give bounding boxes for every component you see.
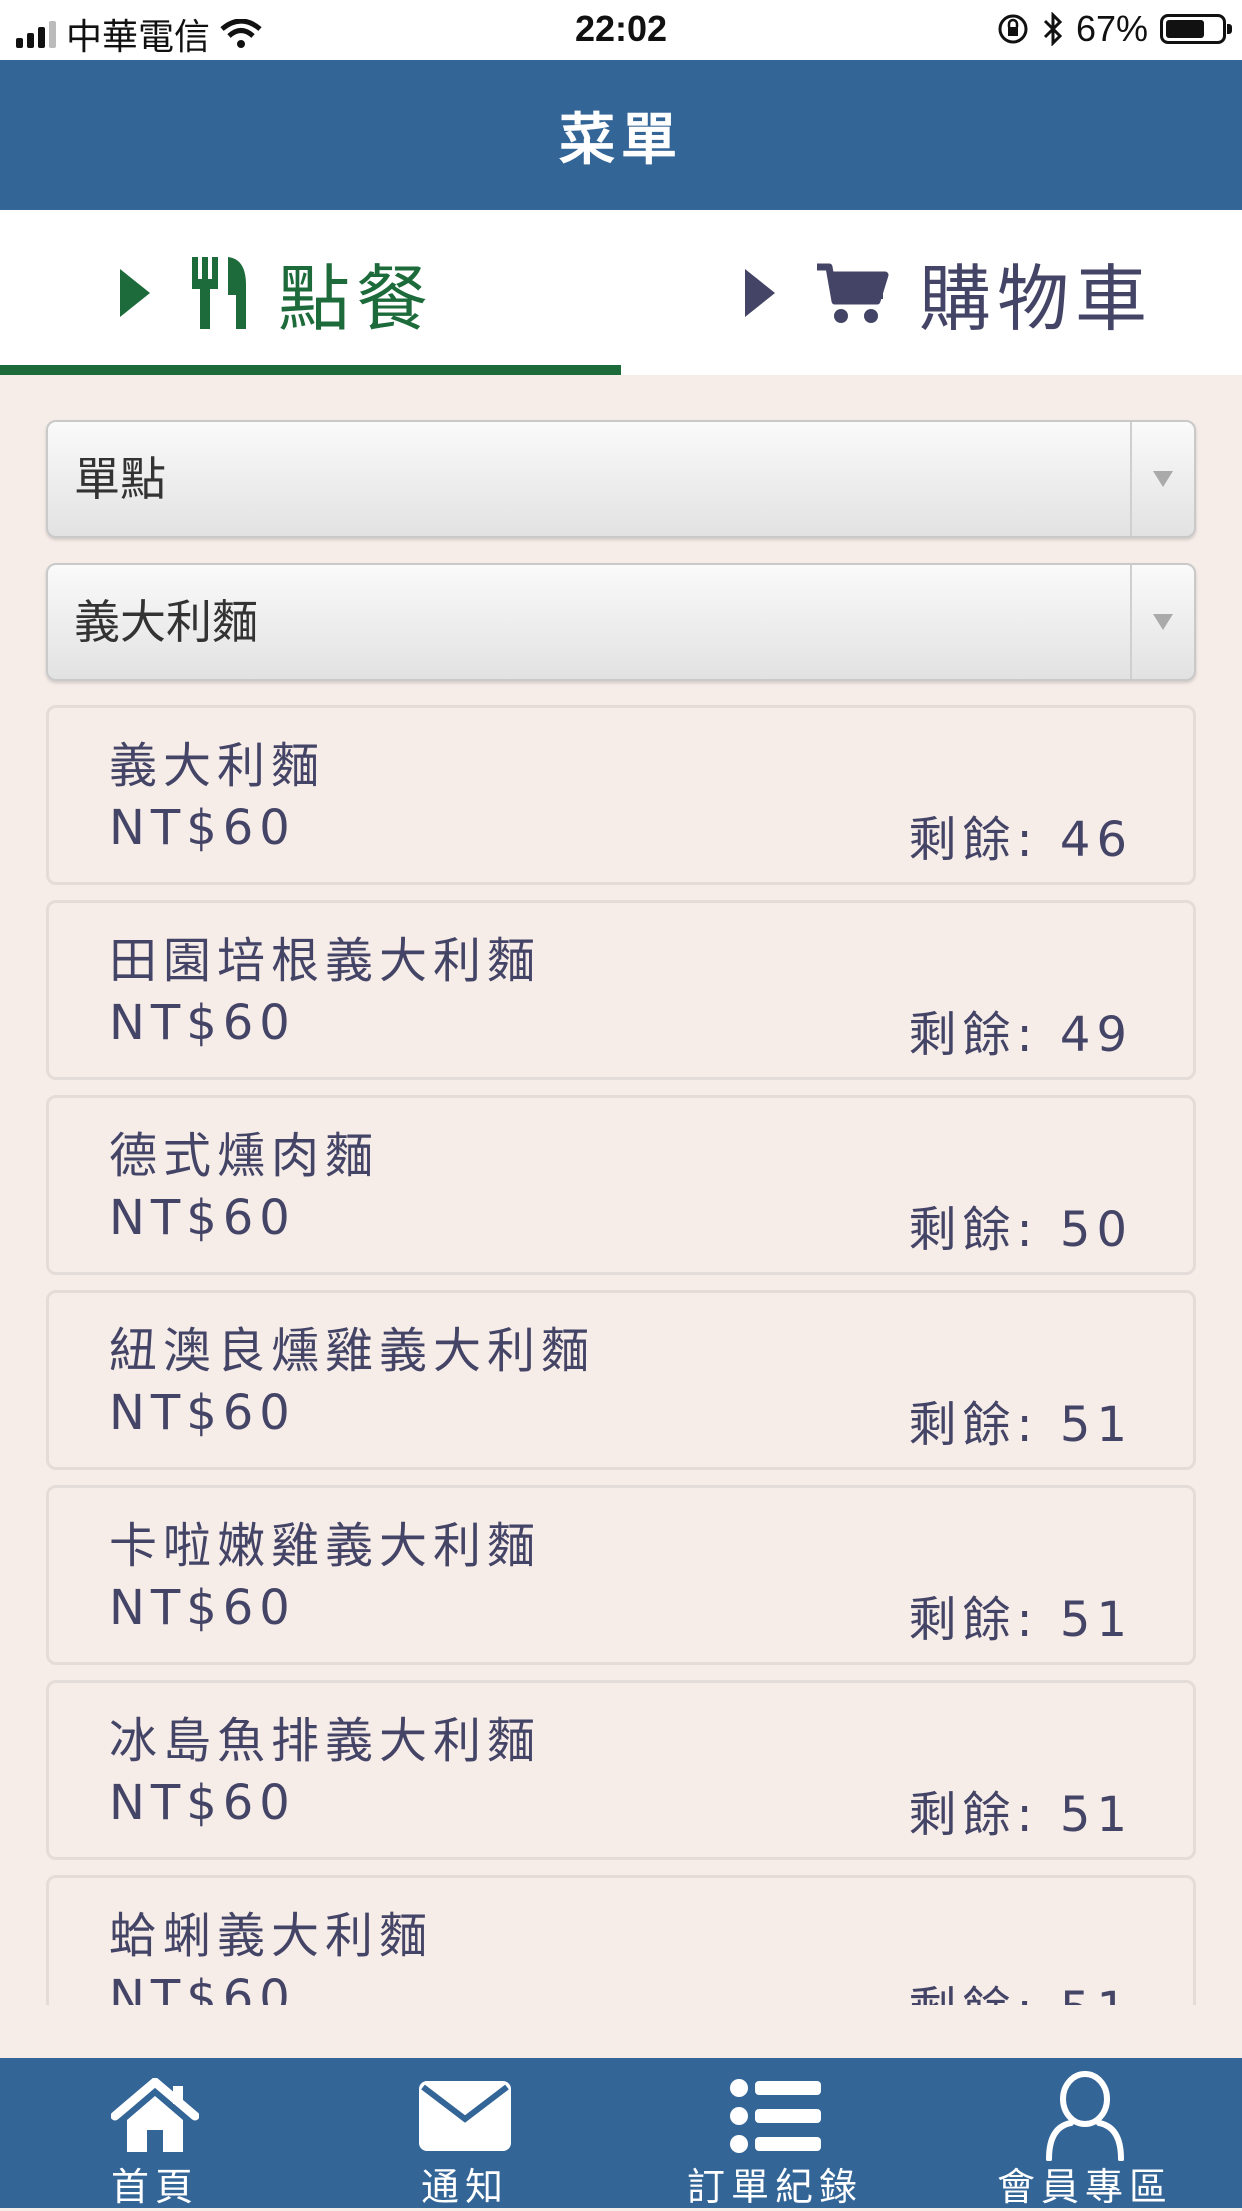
nav-order-history[interactable]: 訂單紀錄 xyxy=(620,2058,930,2209)
menu-item-price: NT$60 xyxy=(109,1775,296,1831)
menu-item-stock: 剩餘: 51 xyxy=(908,1397,1133,1453)
page-title: 菜單 xyxy=(0,60,1242,210)
chevron-down-icon xyxy=(1130,565,1194,679)
menu-item-stock: 剩餘: 49 xyxy=(908,1007,1133,1063)
menu-item-name: 蛤蜊義大利麵 xyxy=(109,1908,434,1964)
menu-item-name: 義大利麵 xyxy=(109,738,326,794)
menu-item-price: NT$60 xyxy=(109,1385,296,1441)
menu-item[interactable]: 蛤蜊義大利麵 NT$60 剩餘: 51 xyxy=(46,1875,1196,2005)
menu-item-stock: 剩餘: 46 xyxy=(908,812,1133,868)
nav-notifications[interactable]: 通知 xyxy=(310,2058,620,2209)
nav-home-label: 首頁 xyxy=(110,2165,199,2209)
battery-percent: 67% xyxy=(1075,8,1148,49)
menu-item-name: 冰島魚排義大利麵 xyxy=(109,1713,542,1769)
menu-item-stock: 剩餘: 51 xyxy=(908,1592,1133,1648)
menu-item-name: 田園培根義大利麵 xyxy=(109,933,542,989)
nav-member[interactable]: 會員專區 xyxy=(930,2058,1240,2209)
menu-item-stock: 剩餘: 51 xyxy=(908,1970,1133,2005)
nav-home[interactable]: 首頁 xyxy=(0,2058,310,2209)
menu-item[interactable]: 冰島魚排義大利麵 NT$60 剩餘: 51 xyxy=(46,1680,1196,1860)
menu-item-price: NT$60 xyxy=(109,1580,296,1636)
menu-item[interactable]: 德式燻肉麵 NT$60 剩餘: 50 xyxy=(46,1095,1196,1275)
category-select[interactable]: 單點 xyxy=(46,420,1196,538)
tab-order[interactable]: 點餐 xyxy=(120,210,434,375)
menu-item[interactable]: 田園培根義大利麵 NT$60 剩餘: 49 xyxy=(46,900,1196,1080)
menu-item[interactable]: 卡啦嫩雞義大利麵 NT$60 剩餘: 51 xyxy=(46,1485,1196,1665)
tab-order-label: 點餐 xyxy=(278,257,435,341)
nav-notifications-label: 通知 xyxy=(420,2165,509,2209)
tab-bar: 點餐 購物車 xyxy=(0,210,1242,375)
menu-item-name: 紐澳良燻雞義大利麵 xyxy=(109,1323,596,1379)
menu-item[interactable]: 紐澳良燻雞義大利麵 NT$60 剩餘: 51 xyxy=(46,1290,1196,1470)
caret-right-icon xyxy=(745,268,775,317)
menu-item-name: 卡啦嫩雞義大利麵 xyxy=(109,1518,542,1574)
nav-member-label: 會員專區 xyxy=(996,2165,1173,2209)
home-icon xyxy=(0,2070,310,2162)
status-bar: 中華電信 22:02 67% xyxy=(0,0,1242,60)
menu-list[interactable]: 義大利麵 NT$60 剩餘: 46 田園培根義大利麵 NT$60 剩餘: 49 … xyxy=(46,705,1196,2005)
rotation-lock-icon xyxy=(998,14,1028,44)
subcategory-select[interactable]: 義大利麵 xyxy=(46,563,1196,681)
nav-order-history-label: 訂單紀錄 xyxy=(686,2165,863,2209)
envelope-icon xyxy=(310,2070,620,2162)
menu-item-price: NT$60 xyxy=(109,1190,296,1246)
cart-icon xyxy=(815,261,889,325)
bluetooth-icon xyxy=(1043,12,1063,46)
active-tab-indicator xyxy=(0,365,621,375)
user-icon xyxy=(930,2070,1240,2162)
menu-item-stock: 剩餘: 50 xyxy=(908,1202,1133,1258)
bottom-nav: 首頁 通知 訂單紀錄 會員專區 xyxy=(0,2058,1242,2209)
utensils-icon xyxy=(190,255,248,331)
menu-item-name: 德式燻肉麵 xyxy=(109,1128,380,1184)
tab-cart[interactable]: 購物車 xyxy=(745,210,1153,375)
menu-item-price: NT$60 xyxy=(109,995,296,1051)
tab-cart-label: 購物車 xyxy=(919,257,1154,341)
caret-right-icon xyxy=(120,268,150,317)
menu-item[interactable]: 義大利麵 NT$60 剩餘: 46 xyxy=(46,705,1196,885)
menu-item-price: NT$60 xyxy=(109,800,296,856)
status-right: 67% xyxy=(996,8,1232,50)
battery-icon xyxy=(1160,14,1232,44)
subcategory-select-value: 義大利麵 xyxy=(74,595,258,649)
category-select-value: 單點 xyxy=(74,452,166,506)
menu-item-price: NT$60 xyxy=(109,1970,296,2005)
list-icon xyxy=(620,2070,930,2162)
menu-item-stock: 剩餘: 51 xyxy=(908,1787,1133,1843)
chevron-down-icon xyxy=(1130,422,1194,536)
